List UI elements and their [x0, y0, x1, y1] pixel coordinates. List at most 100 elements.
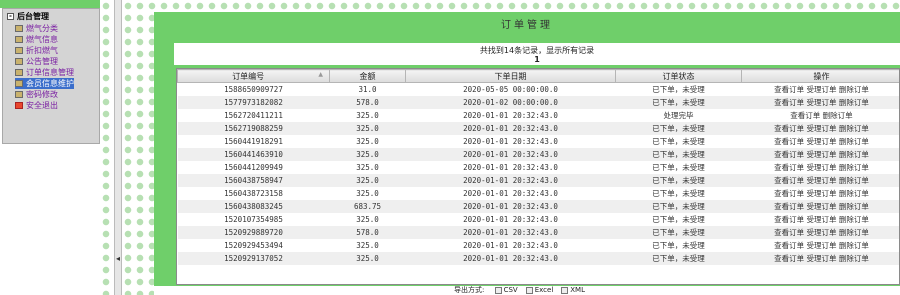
password-icon: [15, 91, 23, 98]
table-cell: 1520107354985: [224, 214, 283, 224]
row-actions[interactable]: 查看订单 受理订单 删除订单: [741, 225, 899, 239]
column-header[interactable]: 下单日期: [405, 69, 616, 83]
table-cell: 已下单，未受理: [615, 95, 742, 109]
collapse-arrow-icon[interactable]: ◂: [116, 254, 120, 263]
table-row: 1520929889720 578.0 2020-01-01 20:32:43.0 已…: [177, 225, 899, 239]
sidebar-item[interactable]: 订单信息管理: [15, 67, 74, 78]
row-actions[interactable]: 查看订单 受理订单 删除订单: [742, 187, 900, 200]
sidebar: - 后台管理 燃气分类 燃气信息 折扣燃气 公告管理 订单信息管理 会员信息维护 密码修改 安全…: [0, 0, 100, 295]
table-cell: 1560441463910: [177, 147, 330, 161]
table-cell: 2020-01-02 00:00:00.0: [405, 95, 616, 109]
table-cell: 1520929137052: [177, 251, 330, 265]
row-actions[interactable]: 查看订单 受理订单 删除订单: [741, 121, 899, 135]
sidebar-item[interactable]: 公告管理: [15, 56, 74, 67]
column-header-label: 订单编号: [232, 71, 265, 81]
table-cell: 已下单，未受理: [652, 214, 705, 224]
page-number[interactable]: 1: [174, 55, 900, 64]
sidebar-item[interactable]: 会员信息维护: [15, 78, 74, 89]
order-icon: [15, 69, 23, 76]
table-cell: 2020-05-05 00:00:00.0: [463, 84, 558, 94]
info-icon: [15, 36, 23, 43]
row-actions[interactable]: 查看订单 受理订单 删除订单: [741, 251, 899, 265]
table-cell: 已下单，未受理: [615, 225, 742, 239]
table-cell: 1560441918291: [224, 136, 283, 146]
discount-icon: [15, 47, 23, 54]
sort-icon[interactable]: ▲: [318, 71, 323, 78]
sidebar-item[interactable]: 燃气分类: [15, 23, 74, 34]
row-actions[interactable]: 查看订单 受理订单 删除订单: [742, 239, 900, 252]
row-actions[interactable]: 查看订单 受理订单 删除订单: [741, 199, 899, 213]
table-row: 1560438083245 683.75 2020-01-01 20:32:43.0…: [177, 199, 899, 213]
table-row: 1520107354985 325.0 2020-01-01 20:32:43.0 已…: [178, 213, 900, 226]
exit-icon: [15, 102, 23, 109]
notice-icon: [15, 58, 23, 65]
excel-icon[interactable]: [525, 286, 533, 294]
table-cell: 1520929889720: [177, 225, 330, 239]
sidebar-item[interactable]: 折扣燃气: [15, 45, 74, 56]
column-header[interactable]: 金额: [329, 69, 406, 83]
sidebar-menu: - 后台管理 燃气分类 燃气信息 折扣燃气 公告管理 订单信息管理 会员信息维护 密码修改 安全…: [2, 8, 100, 144]
csv-icon[interactable]: [494, 286, 502, 294]
table-cell: 2020-01-01 20:32:43.0: [463, 110, 558, 120]
sidebar-item-label: 公告管理: [26, 57, 58, 66]
sidebar-item-label: 安全退出: [26, 101, 58, 110]
table-cell: 2020-01-01 20:32:43.0: [405, 199, 616, 213]
table-cell: 325.0: [329, 121, 406, 135]
table-row: 1520929453494 325.0 2020-01-01 20:32:43.0 已…: [178, 239, 900, 252]
table-cell: 1560438758947: [177, 173, 330, 187]
table-row: 1562720411211 325.0 2020-01-01 20:32:43.0 处…: [178, 109, 900, 122]
row-actions[interactable]: 查看订单 删除订单: [742, 109, 900, 122]
row-actions[interactable]: 查看订单 受理订单 删除订单: [741, 95, 899, 109]
table-cell: 2020-01-01 20:32:43.0: [405, 251, 616, 265]
table-cell: 已下单，未受理: [615, 147, 742, 161]
row-actions[interactable]: 查看订单 受理订单 删除订单: [742, 135, 900, 148]
sidebar-item[interactable]: 燃气信息: [15, 34, 74, 45]
export-option[interactable]: CSV: [504, 286, 518, 294]
sidebar-splitter[interactable]: ◂: [114, 0, 122, 295]
column-header-label: 订单状态: [662, 71, 695, 81]
table-cell: 已下单，未受理: [652, 162, 705, 172]
table-cell: 325.0: [329, 147, 406, 161]
column-header[interactable]: 订单状态: [615, 69, 742, 83]
table-cell: 1562720411211: [224, 110, 283, 120]
table-cell: 1520929453494: [224, 240, 283, 250]
table-cell: 2020-01-01 20:32:43.0: [463, 214, 558, 224]
export-option[interactable]: Excel: [535, 286, 554, 294]
column-header-label: 操作: [813, 71, 830, 81]
sidebar-menu-title[interactable]: - 后台管理: [7, 11, 49, 22]
sidebar-item[interactable]: 密码修改: [15, 89, 74, 100]
export-option[interactable]: XML: [570, 286, 585, 294]
row-actions[interactable]: 查看订单 受理订单 删除订单: [742, 83, 900, 96]
table-row: 1560441918291 325.0 2020-01-01 20:32:43.0 已…: [178, 135, 900, 148]
table-cell: 325.0: [329, 251, 406, 265]
table-cell: 31.0: [358, 84, 377, 94]
row-actions[interactable]: 查看订单 受理订单 删除订单: [742, 161, 900, 174]
background-pattern-top: [122, 0, 900, 12]
table-cell: 2020-01-01 20:32:43.0: [463, 188, 558, 198]
table-cell: 已下单，未受理: [652, 240, 705, 250]
column-header[interactable]: 操作: [741, 69, 899, 83]
sidebar-item-list: 燃气分类 燃气信息 折扣燃气 公告管理 订单信息管理 会员信息维护 密码修改 安全退出: [15, 23, 74, 111]
table-row: 1560438723158 325.0 2020-01-01 20:32:43.0 已…: [178, 187, 900, 200]
row-actions[interactable]: 查看订单 受理订单 删除订单: [741, 173, 899, 187]
table-cell: 已下单，未受理: [652, 136, 705, 146]
column-header[interactable]: 订单编号 ▲: [177, 69, 330, 83]
table-cell: 325.0: [356, 162, 379, 172]
row-actions[interactable]: 查看订单 受理订单 删除订单: [742, 213, 900, 226]
table-body: 1588650909727 31.0 2020-05-05 00:00:00.0 已下…: [177, 83, 900, 265]
xml-icon[interactable]: [561, 286, 569, 294]
table-cell: 1577973182082: [177, 95, 330, 109]
table-cell: 2020-01-01 20:32:43.0: [463, 136, 558, 146]
table-cell: 已下单，未受理: [615, 173, 742, 187]
table-cell: 325.0: [356, 136, 379, 146]
page-title: 订单管理: [501, 20, 553, 31]
table-cell: 325.0: [356, 188, 379, 198]
table-cell: 1560441209949: [224, 162, 283, 172]
table-cell: 已下单，未受理: [652, 84, 705, 94]
row-actions[interactable]: 查看订单 受理订单 删除订单: [741, 147, 899, 161]
sidebar-top-strip: [0, 0, 100, 8]
collapse-icon[interactable]: -: [7, 13, 14, 20]
sidebar-item[interactable]: 安全退出: [15, 100, 74, 111]
table-cell: 2020-01-01 20:32:43.0: [463, 240, 558, 250]
table-header-row: 订单编号 ▲ 金额 下单日期 订单状态 操作: [177, 69, 899, 83]
